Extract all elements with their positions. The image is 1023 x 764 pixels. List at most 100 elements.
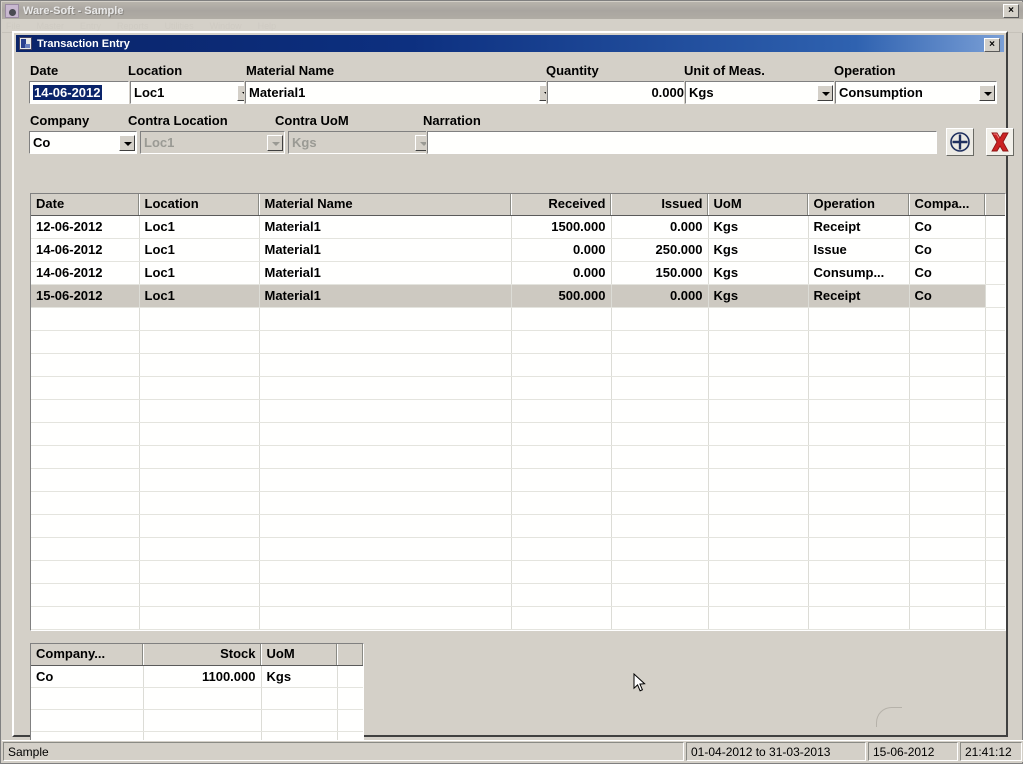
- table-row-empty[interactable]: [31, 445, 1005, 469]
- table-row-empty-cell[interactable]: [985, 537, 1005, 561]
- table-row-empty-cell[interactable]: [708, 422, 809, 446]
- table-row-cell[interactable]: Consump...: [808, 261, 910, 285]
- transactions-column-header-received[interactable]: Received: [511, 194, 612, 216]
- table-row-empty-cell[interactable]: [909, 376, 986, 400]
- table-row-empty-cell[interactable]: [31, 606, 140, 630]
- table-row-cell[interactable]: Kgs: [708, 215, 809, 239]
- table-row-empty-cell[interactable]: [139, 606, 260, 630]
- table-row-empty-cell[interactable]: [139, 399, 260, 423]
- table-row-empty-cell[interactable]: [708, 307, 809, 331]
- stock-summary-grid[interactable]: Company... Stock UoM Co 1100.000 Kgs: [30, 643, 364, 741]
- table-row-empty-cell[interactable]: [611, 468, 709, 492]
- table-row-cell[interactable]: Receipt: [808, 284, 910, 308]
- stock-summary-grid-header[interactable]: Company... Stock UoM: [31, 644, 363, 666]
- table-row-empty-cell[interactable]: [708, 514, 809, 538]
- table-row[interactable]: 14-06-2012 Loc1 Material1 0.000 150.000 Kgs Co…: [31, 261, 1005, 285]
- table-row-cell[interactable]: Material1: [259, 215, 512, 239]
- table-row-empty-cell[interactable]: [985, 606, 1005, 630]
- menu-item-utilities[interactable]: Utilities: [165, 21, 194, 31]
- table-row-empty-cell[interactable]: [985, 353, 1005, 377]
- table-row-empty-cell[interactable]: [139, 468, 260, 492]
- material-name-combo[interactable]: Material1: [244, 80, 558, 105]
- summary-row-empty-cell[interactable]: [31, 709, 144, 732]
- table-row-empty-cell[interactable]: [909, 583, 986, 607]
- table-row-empty-cell[interactable]: [708, 537, 809, 561]
- table-row-empty-cell[interactable]: [259, 468, 512, 492]
- table-row-empty-cell[interactable]: [985, 491, 1005, 515]
- menu-item-master[interactable]: Master: [37, 21, 65, 31]
- transactions-column-header-location[interactable]: Location: [139, 194, 260, 216]
- summary-column-header-uom[interactable]: UoM: [261, 644, 338, 666]
- table-row-empty-cell[interactable]: [708, 491, 809, 515]
- menu-item-help[interactable]: Help: [258, 21, 277, 31]
- table-row-empty-cell[interactable]: [31, 560, 140, 584]
- table-row-cell[interactable]: 0.000: [611, 284, 709, 308]
- table-row-cell[interactable]: 14-06-2012: [31, 261, 140, 285]
- table-row-empty-cell[interactable]: [909, 514, 986, 538]
- table-row-empty[interactable]: [31, 537, 1005, 561]
- table-row-empty-cell[interactable]: [31, 353, 140, 377]
- table-row-empty-cell[interactable]: [808, 514, 910, 538]
- table-row-cell[interactable]: Material1: [259, 261, 512, 285]
- table-row-empty-cell[interactable]: [708, 629, 809, 630]
- table-row-cell[interactable]: Material1: [259, 238, 512, 262]
- table-row-empty-cell[interactable]: [808, 537, 910, 561]
- table-row-empty[interactable]: [31, 376, 1005, 400]
- table-row-cell[interactable]: [985, 215, 1005, 239]
- table-row-empty-cell[interactable]: [985, 399, 1005, 423]
- operation-combo[interactable]: Consumption: [834, 80, 998, 105]
- table-row-empty-cell[interactable]: [139, 537, 260, 561]
- table-row-empty-cell[interactable]: [611, 445, 709, 469]
- summary-row-empty-cell[interactable]: [143, 709, 262, 732]
- table-row-empty-cell[interactable]: [511, 629, 612, 630]
- summary-row-cell[interactable]: Co: [31, 665, 144, 688]
- summary-row-empty[interactable]: [31, 709, 363, 732]
- chevron-down-icon[interactable]: [817, 84, 833, 101]
- table-row-empty-cell[interactable]: [139, 583, 260, 607]
- table-row-cell[interactable]: Loc1: [139, 261, 260, 285]
- table-row-empty-cell[interactable]: [139, 422, 260, 446]
- table-row-empty[interactable]: [31, 491, 1005, 515]
- table-row-empty-cell[interactable]: [909, 353, 986, 377]
- table-row-empty-cell[interactable]: [139, 353, 260, 377]
- table-row-empty-cell[interactable]: [259, 330, 512, 354]
- table-row-empty-cell[interactable]: [511, 445, 612, 469]
- table-row-empty-cell[interactable]: [31, 468, 140, 492]
- transactions-column-header-operation[interactable]: Operation: [808, 194, 910, 216]
- table-row-empty-cell[interactable]: [611, 514, 709, 538]
- table-row-empty-cell[interactable]: [808, 445, 910, 469]
- table-row-empty-cell[interactable]: [259, 353, 512, 377]
- table-row-empty-cell[interactable]: [808, 307, 910, 331]
- table-row-cell[interactable]: Kgs: [708, 261, 809, 285]
- table-row-cell[interactable]: [985, 284, 1005, 308]
- table-row-empty-cell[interactable]: [708, 376, 809, 400]
- table-row-cell[interactable]: Co: [909, 238, 986, 262]
- company-combo[interactable]: Co: [28, 130, 138, 155]
- table-row-empty-cell[interactable]: [511, 491, 612, 515]
- summary-row-cell[interactable]: [337, 665, 363, 688]
- table-row-empty-cell[interactable]: [139, 629, 260, 630]
- table-row-empty-cell[interactable]: [611, 629, 709, 630]
- add-record-button[interactable]: [946, 128, 974, 156]
- transactions-column-header-issued[interactable]: Issued: [611, 194, 709, 216]
- table-row-cell[interactable]: Loc1: [139, 238, 260, 262]
- table-row-empty-cell[interactable]: [708, 468, 809, 492]
- table-row-empty-cell[interactable]: [31, 330, 140, 354]
- table-row-empty-cell[interactable]: [808, 491, 910, 515]
- table-row-cell[interactable]: 0.000: [511, 261, 612, 285]
- summary-row-empty[interactable]: [31, 687, 363, 710]
- table-row-empty-cell[interactable]: [31, 514, 140, 538]
- table-row-empty-cell[interactable]: [611, 399, 709, 423]
- table-row-empty-cell[interactable]: [259, 560, 512, 584]
- table-row-cell[interactable]: 12-06-2012: [31, 215, 140, 239]
- unit-of-meas-combo[interactable]: Kgs: [684, 80, 836, 105]
- table-row-empty-cell[interactable]: [909, 606, 986, 630]
- table-row-empty-cell[interactable]: [511, 330, 612, 354]
- table-row-cell[interactable]: 1500.000: [511, 215, 612, 239]
- summary-row[interactable]: Co 1100.000 Kgs: [31, 665, 363, 688]
- table-row-empty-cell[interactable]: [808, 468, 910, 492]
- table-row-empty-cell[interactable]: [611, 376, 709, 400]
- table-row-empty-cell[interactable]: [985, 422, 1005, 446]
- menu-item-window[interactable]: Window: [210, 21, 242, 31]
- table-row-empty-cell[interactable]: [511, 422, 612, 446]
